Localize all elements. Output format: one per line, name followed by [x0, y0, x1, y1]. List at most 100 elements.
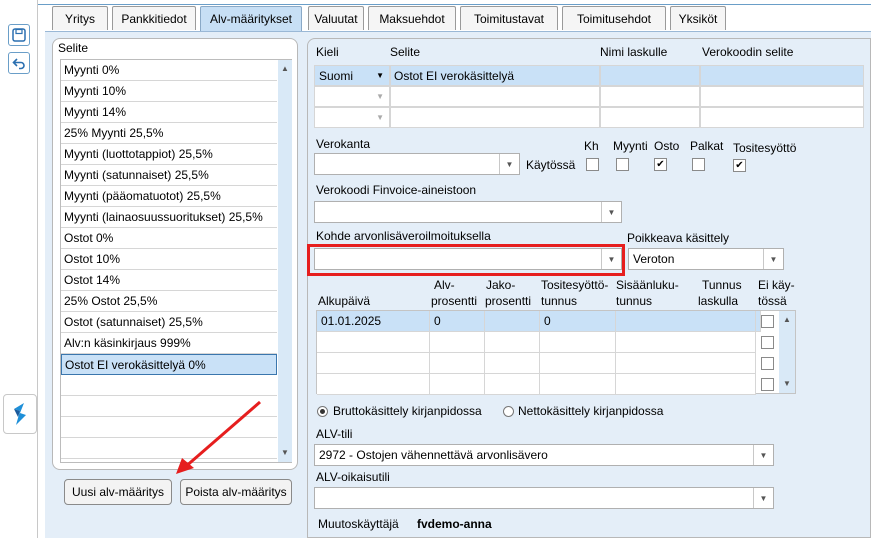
scroll-down-icon[interactable]: ▼: [281, 448, 289, 457]
poikkeava-select[interactable]: Veroton ▼: [628, 248, 784, 270]
tunnus-header-2: laskulla: [698, 294, 739, 308]
grid-cell[interactable]: [317, 332, 430, 353]
kieli-cell-empty[interactable]: ▼: [314, 107, 390, 128]
grid-alv[interactable]: 0: [430, 311, 485, 332]
list-item[interactable]: Myynti (satunnaiset) 25,5%: [61, 165, 277, 186]
chevron-down-icon[interactable]: ▼: [376, 92, 384, 101]
verokoodi-cell[interactable]: [700, 65, 864, 86]
list-item[interactable]: Ostot (satunnaiset) 25,5%: [61, 312, 277, 333]
grid-cell[interactable]: [485, 353, 540, 374]
list-item[interactable]: Myynti (lainaosuussuoritukset) 25,5%: [61, 207, 277, 228]
list-item[interactable]: 25% Myynti 25,5%: [61, 123, 277, 144]
chevron-down-icon[interactable]: ▼: [376, 113, 384, 122]
kieli-header: Kieli: [316, 45, 339, 59]
oikaisu-select[interactable]: ▼: [314, 487, 774, 509]
nimi-cell-empty[interactable]: [600, 86, 700, 107]
verokanta-select[interactable]: ▼: [314, 153, 520, 175]
selite-cell[interactable]: Ostot EI verokäsittelyä: [390, 65, 600, 86]
grid-alkupaiva[interactable]: 01.01.2025: [317, 311, 430, 332]
grid-cell[interactable]: [540, 374, 616, 395]
grid-cell[interactable]: [430, 353, 485, 374]
tositesyotto-checkbox[interactable]: ✔: [733, 159, 746, 172]
verokanta-label: Verokanta: [316, 137, 371, 151]
grid-cell[interactable]: [317, 374, 430, 395]
chevron-down-icon[interactable]: ▼: [376, 71, 384, 80]
kieli-cell[interactable]: Suomi ▼: [314, 65, 390, 86]
ei-kaytossa-checkbox[interactable]: [761, 336, 774, 349]
app-logo-icon[interactable]: [3, 394, 37, 434]
tab-label: Maksuehdot: [379, 11, 445, 26]
grid-cell[interactable]: [540, 332, 616, 353]
netto-radio[interactable]: [503, 406, 514, 417]
nimi-cell-empty[interactable]: [600, 107, 700, 128]
osto-label: Osto: [654, 139, 680, 153]
save-icon[interactable]: [8, 24, 30, 46]
list-item[interactable]: 25% Ostot 25,5%: [61, 291, 277, 312]
grid-tos[interactable]: 0: [540, 311, 616, 332]
grid-scrollbar[interactable]: ▲ ▼: [779, 311, 795, 393]
scroll-up-icon[interactable]: ▲: [783, 315, 791, 324]
list-item[interactable]: Ostot 10%: [61, 249, 277, 270]
alvtili-select[interactable]: 2972 - Ostojen vähennettävä arvonlisäver…: [314, 444, 774, 466]
delete-alv-button[interactable]: Poista alv-määritys: [180, 479, 292, 505]
tab-toimitustavat[interactable]: Toimitustavat: [460, 6, 558, 30]
tab-yksikot[interactable]: Yksiköt: [670, 6, 726, 30]
list-item[interactable]: Ostot 14%: [61, 270, 277, 291]
grid-tunnus-laskulla[interactable]: [696, 311, 756, 332]
grid-cell[interactable]: [485, 332, 540, 353]
grid-cell[interactable]: [540, 353, 616, 374]
list-item[interactable]: Ostot EI verokäsittelyä 0%: [61, 354, 277, 375]
list-item[interactable]: Myynti 10%: [61, 81, 277, 102]
verokoodi-cell-empty[interactable]: [700, 86, 864, 107]
chevron-down-icon[interactable]: ▼: [499, 154, 519, 174]
tab-alv-maaritykset[interactable]: Alv-määritykset: [200, 6, 302, 31]
selite-cell-empty[interactable]: [390, 107, 600, 128]
back-icon[interactable]: [8, 52, 30, 74]
finvoice-select[interactable]: ▼: [314, 201, 622, 223]
tab-valuutat[interactable]: Valuutat: [308, 6, 364, 30]
myynti-checkbox[interactable]: [616, 158, 629, 171]
list-item[interactable]: Myynti (pääomatuotot) 25,5%: [61, 186, 277, 207]
ei-kaytossa-checkbox[interactable]: [761, 378, 774, 391]
chevron-down-icon[interactable]: ▼: [753, 488, 773, 508]
list-item[interactable]: [61, 375, 277, 396]
osto-checkbox[interactable]: ✔: [654, 158, 667, 171]
list-item[interactable]: Alv:n käsinkirjaus 999%: [61, 333, 277, 354]
nimi-cell[interactable]: [600, 65, 700, 86]
ei-header-1: Ei käy-: [758, 278, 795, 292]
grid-jako[interactable]: [485, 311, 540, 332]
grid-cell[interactable]: [430, 332, 485, 353]
kieli-cell-empty[interactable]: ▼: [314, 86, 390, 107]
annotation-arrow-icon: [176, 400, 261, 474]
grid-cell[interactable]: [616, 332, 756, 353]
list-item[interactable]: Myynti (luottotappiot) 25,5%: [61, 144, 277, 165]
scroll-down-icon[interactable]: ▼: [783, 379, 791, 388]
list-item[interactable]: Myynti 14%: [61, 102, 277, 123]
tab-pankkitiedot[interactable]: Pankkitiedot: [112, 6, 196, 30]
scroll-up-icon[interactable]: ▲: [281, 64, 289, 73]
brutto-radio[interactable]: [317, 406, 328, 417]
palkat-checkbox[interactable]: [692, 158, 705, 171]
list-scrollbar[interactable]: ▲ ▼: [278, 60, 292, 462]
ei-kaytossa-checkbox[interactable]: [761, 315, 774, 328]
kh-checkbox[interactable]: [586, 158, 599, 171]
tab-label: Alv-määritykset: [209, 12, 292, 26]
list-item[interactable]: Ostot 0%: [61, 228, 277, 249]
selite-cell-empty[interactable]: [390, 86, 600, 107]
grid-cell[interactable]: [485, 374, 540, 395]
ei-kaytossa-checkbox[interactable]: [761, 357, 774, 370]
chevron-down-icon[interactable]: ▼: [601, 202, 621, 222]
tab-maksuehdot[interactable]: Maksuehdot: [368, 6, 456, 30]
list-item[interactable]: Myynti 0%: [61, 60, 277, 81]
add-alv-button[interactable]: Uusi alv-määritys: [64, 479, 172, 505]
chevron-down-icon[interactable]: ▼: [763, 249, 783, 269]
grid-cell[interactable]: [317, 353, 430, 374]
grid-cell[interactable]: [616, 353, 756, 374]
grid-cell[interactable]: [616, 374, 756, 395]
chevron-down-icon[interactable]: ▼: [753, 445, 773, 465]
highlight-box: [307, 244, 625, 276]
grid-cell[interactable]: [430, 374, 485, 395]
tab-toimitusehdot[interactable]: Toimitusehdot: [562, 6, 666, 30]
tab-yritys[interactable]: Yritys: [52, 6, 108, 30]
verokoodi-cell-empty[interactable]: [700, 107, 864, 128]
